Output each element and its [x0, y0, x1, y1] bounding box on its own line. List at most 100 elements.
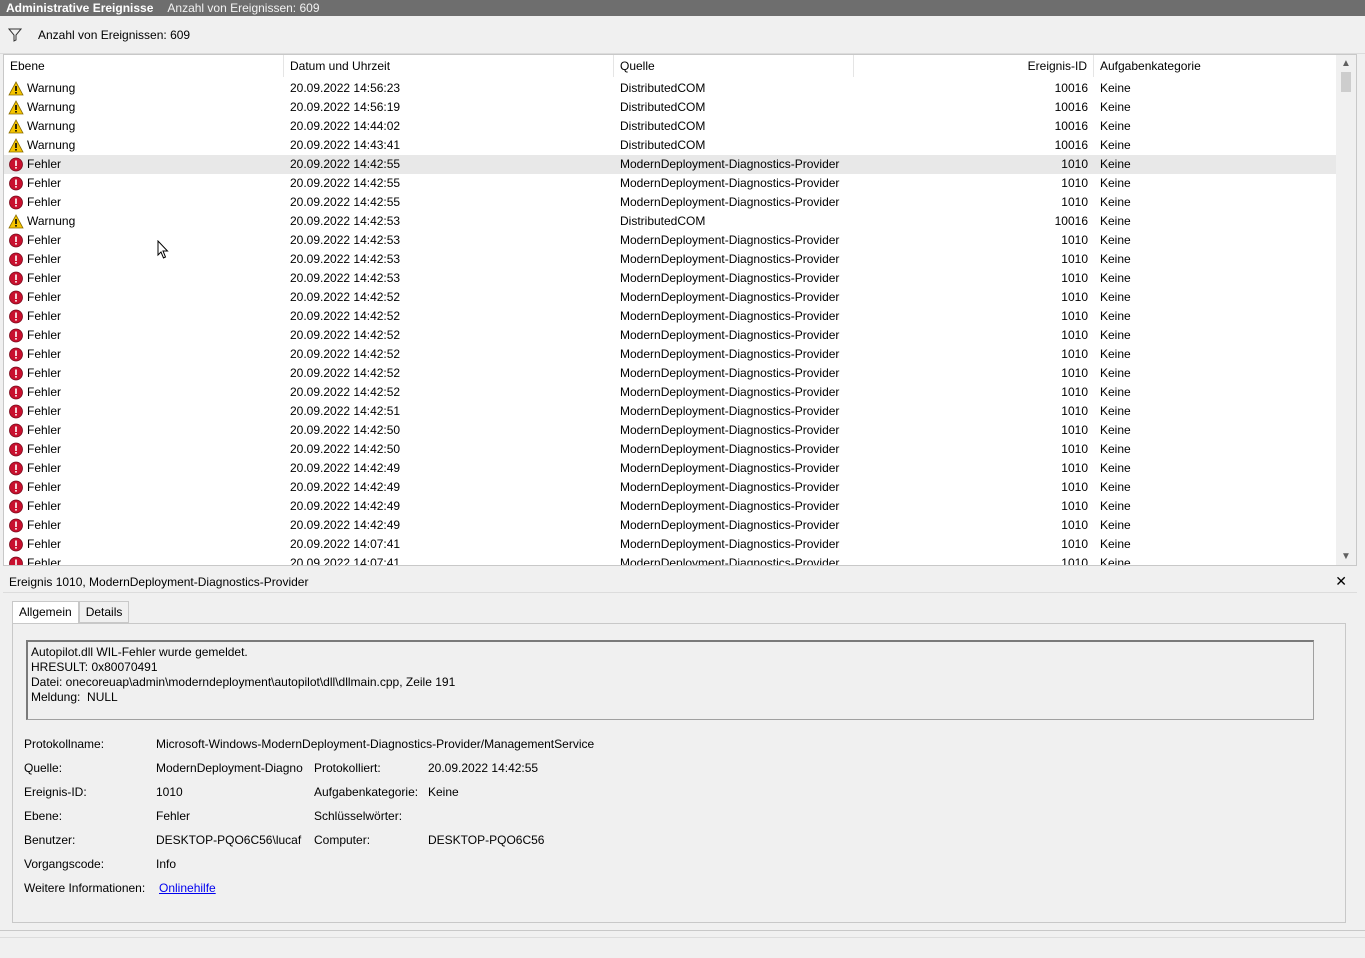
- cell-event-id: 1010: [1061, 461, 1088, 475]
- message-line: Datei: onecoreuap\admin\moderndeployment…: [31, 675, 456, 689]
- level-text: Fehler: [27, 385, 62, 399]
- level-text: Fehler: [27, 271, 62, 285]
- cell-level: Fehler: [4, 326, 284, 345]
- protokolliert-label: Protokolliert:: [314, 761, 381, 775]
- tab-allgemein[interactable]: Allgemein: [12, 601, 79, 624]
- cell-event-id: 1010: [1061, 366, 1088, 380]
- filter-bar: Anzahl von Ereignissen: 609: [0, 16, 1365, 54]
- mouse-cursor-icon: [157, 239, 169, 262]
- level-text: Fehler: [27, 499, 62, 513]
- cell-source: ModernDeployment-Diagnostics-Provider: [620, 347, 840, 361]
- scroll-down-arrow-icon[interactable]: ▼: [1336, 548, 1356, 565]
- tab-details[interactable]: Details: [78, 601, 130, 623]
- cell-source: ModernDeployment-Diagnostics-Provider: [620, 480, 840, 494]
- cell-task-category: Keine: [1100, 366, 1131, 380]
- close-icon[interactable]: ✕: [1335, 573, 1347, 590]
- table-row[interactable]: Warnung 20.09.2022 14:42:53 DistributedCOM…: [4, 212, 1336, 231]
- warning-icon: [8, 100, 24, 115]
- cell-source: ModernDeployment-Diagnostics-Provider: [620, 518, 840, 532]
- level-text: Fehler: [27, 480, 62, 494]
- cell-event-id: 1010: [1061, 176, 1088, 190]
- level-text: Warnung: [27, 214, 76, 228]
- table-row[interactable]: Fehler 20.09.2022 14:07:41 ModernDeploymen…: [4, 554, 1336, 565]
- scroll-up-arrow-icon[interactable]: ▲: [1336, 55, 1356, 72]
- table-row[interactable]: Fehler 20.09.2022 14:42:49 ModernDeploymen…: [4, 497, 1336, 516]
- view-title: Administrative Ereignisse: [6, 1, 154, 15]
- column-header-datetime[interactable]: Datum und Uhrzeit: [284, 55, 614, 77]
- event-message-box[interactable]: Autopilot.dll WIL-Fehler wurde gemeldet.…: [26, 640, 1314, 720]
- column-header-source[interactable]: Quelle: [614, 55, 854, 77]
- error-icon: [9, 195, 23, 210]
- computer-label: Computer:: [314, 833, 371, 847]
- table-row[interactable]: Fehler 20.09.2022 14:42:52 ModernDeploymen…: [4, 326, 1336, 345]
- weitere-informationen-label: Weitere Informationen:: [24, 881, 146, 895]
- table-row[interactable]: Warnung 20.09.2022 14:56:19 DistributedCOM…: [4, 98, 1336, 117]
- table-row[interactable]: Fehler 20.09.2022 14:42:51 ModernDeploymen…: [4, 402, 1336, 421]
- aufgabenkategorie-label: Aufgabenkategorie:: [314, 785, 419, 799]
- error-icon: [9, 556, 23, 565]
- cell-datetime: 20.09.2022 14:42:52: [290, 347, 401, 361]
- table-row[interactable]: Warnung 20.09.2022 14:43:41 DistributedCOM…: [4, 136, 1336, 155]
- cell-level: Fehler: [4, 231, 284, 250]
- event-list[interactable]: Ebene Datum und Uhrzeit Quelle Ereignis-…: [3, 54, 1357, 566]
- vorgangscode-label: Vorgangscode:: [24, 857, 105, 871]
- table-row[interactable]: Fehler 20.09.2022 14:07:41 ModernDeploymen…: [4, 535, 1336, 554]
- column-header-level[interactable]: Ebene: [4, 55, 284, 77]
- protokolliert-value: 20.09.2022 14:42:55: [428, 761, 539, 775]
- filter-count-text: Anzahl von Ereignissen: 609: [38, 27, 191, 42]
- table-row[interactable]: Fehler 20.09.2022 14:42:49 ModernDeploymen…: [4, 516, 1336, 535]
- cell-task-category: Keine: [1100, 442, 1131, 456]
- table-row[interactable]: Fehler 20.09.2022 14:42:53 ModernDeploymen…: [4, 250, 1336, 269]
- event-rows: Warnung 20.09.2022 14:56:23 DistributedCOM…: [4, 79, 1336, 565]
- vertical-scrollbar[interactable]: ▲ ▼: [1336, 55, 1356, 565]
- table-row[interactable]: Fehler 20.09.2022 14:42:53 ModernDeploymen…: [4, 231, 1336, 250]
- level-text: Warnung: [27, 138, 76, 152]
- cell-datetime: 20.09.2022 14:42:52: [290, 366, 401, 380]
- table-row[interactable]: Fehler 20.09.2022 14:42:52 ModernDeploymen…: [4, 288, 1336, 307]
- table-row[interactable]: Warnung 20.09.2022 14:56:23 DistributedCOM…: [4, 79, 1336, 98]
- cell-event-id: 10016: [1054, 214, 1088, 228]
- table-row[interactable]: Fehler 20.09.2022 14:42:52 ModernDeploymen…: [4, 345, 1336, 364]
- cell-datetime: 20.09.2022 14:56:19: [290, 100, 401, 114]
- cell-level: Fehler: [4, 554, 284, 565]
- table-row[interactable]: Warnung 20.09.2022 14:44:02 DistributedCOM…: [4, 117, 1336, 136]
- schluesselwoerter-label: Schlüsselwörter:: [314, 809, 403, 823]
- cell-source: ModernDeployment-Diagnostics-Provider: [620, 271, 840, 285]
- error-icon: [9, 328, 23, 343]
- message-line: Autopilot.dll WIL-Fehler wurde gemeldet.: [31, 645, 248, 659]
- error-icon: [9, 290, 23, 305]
- cell-source: ModernDeployment-Diagnostics-Provider: [620, 328, 840, 342]
- cell-task-category: Keine: [1100, 499, 1131, 513]
- table-row[interactable]: Fehler 20.09.2022 14:42:49 ModernDeploymen…: [4, 478, 1336, 497]
- table-row[interactable]: Fehler 20.09.2022 14:42:55 ModernDeploymen…: [4, 174, 1336, 193]
- table-row[interactable]: Fehler 20.09.2022 14:42:55 ModernDeploymen…: [4, 193, 1336, 212]
- cell-event-id: 1010: [1061, 537, 1088, 551]
- table-row[interactable]: Fehler 20.09.2022 14:42:53 ModernDeploymen…: [4, 269, 1336, 288]
- table-row[interactable]: Fehler 20.09.2022 14:42:50 ModernDeploymen…: [4, 440, 1336, 459]
- cell-event-id: 1010: [1061, 499, 1088, 513]
- level-text: Fehler: [27, 366, 62, 380]
- onlinehilfe-link[interactable]: Onlinehilfe: [159, 881, 216, 895]
- scroll-thumb[interactable]: [1341, 72, 1351, 92]
- error-icon: [9, 423, 23, 438]
- table-row[interactable]: Fehler 20.09.2022 14:42:55 ModernDeploymen…: [4, 155, 1336, 174]
- filter-icon[interactable]: [7, 28, 23, 42]
- level-text: Fehler: [27, 404, 62, 418]
- table-row[interactable]: Fehler 20.09.2022 14:42:49 ModernDeploymen…: [4, 459, 1336, 478]
- cell-level: Fehler: [4, 402, 284, 421]
- table-row[interactable]: Fehler 20.09.2022 14:42:52 ModernDeploymen…: [4, 383, 1336, 402]
- protokollname-label: Protokollname:: [24, 737, 105, 751]
- error-icon: [9, 347, 23, 362]
- table-row[interactable]: Fehler 20.09.2022 14:42:52 ModernDeploymen…: [4, 364, 1336, 383]
- column-header-event-id[interactable]: Ereignis-ID: [854, 55, 1094, 77]
- error-icon: [9, 366, 23, 381]
- level-text: Fehler: [27, 423, 62, 437]
- cell-datetime: 20.09.2022 14:42:53: [290, 214, 401, 228]
- column-header-task-category[interactable]: Aufgabenkategorie: [1094, 55, 1336, 77]
- cell-source: ModernDeployment-Diagnostics-Provider: [620, 176, 840, 190]
- level-text: Warnung: [27, 119, 76, 133]
- table-row[interactable]: Fehler 20.09.2022 14:42:52 ModernDeploymen…: [4, 307, 1336, 326]
- event-detail-title: Ereignis 1010, ModernDeployment-Diagnost…: [9, 574, 309, 589]
- table-row[interactable]: Fehler 20.09.2022 14:42:50 ModernDeploymen…: [4, 421, 1336, 440]
- cell-datetime: 20.09.2022 14:42:52: [290, 385, 401, 399]
